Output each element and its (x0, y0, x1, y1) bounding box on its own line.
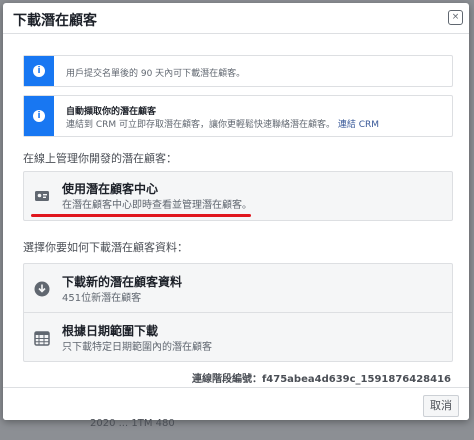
download-leads-dialog: 下載潛在顧客 × i 用戶提交名單後的 90 天內可下載潛在顧客。 i 自動擷取… (3, 3, 469, 420)
download-icon (34, 281, 50, 297)
manage-label: 在線上管理你開發的潛在顧客： (23, 152, 177, 165)
notice-text: 連結到 CRM 可立即存取潛在顧客，讓你更輕鬆快速聯絡潛在顧客。 (66, 120, 336, 130)
cancel-button[interactable]: 取消 (423, 395, 459, 417)
download-new-leads-option[interactable]: 下載新的潛在顧客資料 451位新潛在顧客 (24, 267, 452, 311)
lead-center-subtitle: 在潛在顧客中心即時查看並管理潛在顧客。 (62, 200, 252, 211)
download-options-card: 下載新的潛在顧客資料 451位新潛在顧客 根據日期範圍下載 只下載特定日期範圍內… (23, 263, 453, 362)
option-subtitle: 只下載特定日期範圍內的潛在顧客 (62, 342, 212, 353)
download-label: 選擇你要如何下載潛在顧客資料： (23, 241, 188, 254)
download-by-date-option[interactable]: 根據日期範圍下載 只下載特定日期範圍內的潛在顧客 (24, 316, 452, 360)
option-title: 下載新的潛在顧客資料 (62, 275, 183, 289)
background-table-fragment: 2020 ... 1TM 480 (90, 418, 175, 429)
lead-center-title: 使用潛在顧客中心 (62, 182, 159, 196)
connection-id: 連線階段編號：f475abea4d639c_1591876428416 (191, 374, 451, 385)
notice-text: 用戶提交名單後的 90 天內可下載潛在顧客。 (66, 69, 246, 79)
calendar-icon (34, 331, 50, 346)
option-subtitle: 451位新潛在顧客 (62, 293, 142, 304)
notice-title: 自動擷取你的潛在顧客 (66, 107, 157, 117)
info-icon: i (33, 110, 45, 122)
red-underline-annotation (31, 214, 251, 217)
dialog-header: 下載潛在顧客 × (3, 3, 469, 34)
contact-card-icon (35, 191, 49, 201)
notice-crm: i 自動擷取你的潛在顧客 連結到 CRM 可立即存取潛在顧客，讓你更輕鬆快速聯絡… (23, 95, 453, 137)
info-icon: i (33, 65, 45, 77)
connect-crm-link[interactable]: 連結 CRM (338, 120, 379, 130)
dialog-footer: 取消 (3, 387, 469, 420)
dialog-title: 下載潛在顧客 (13, 13, 97, 29)
notice-90-days: i 用戶提交名單後的 90 天內可下載潛在顧客。 (23, 55, 453, 87)
option-title: 根據日期範圍下載 (62, 324, 159, 338)
close-icon[interactable]: × (448, 10, 463, 25)
